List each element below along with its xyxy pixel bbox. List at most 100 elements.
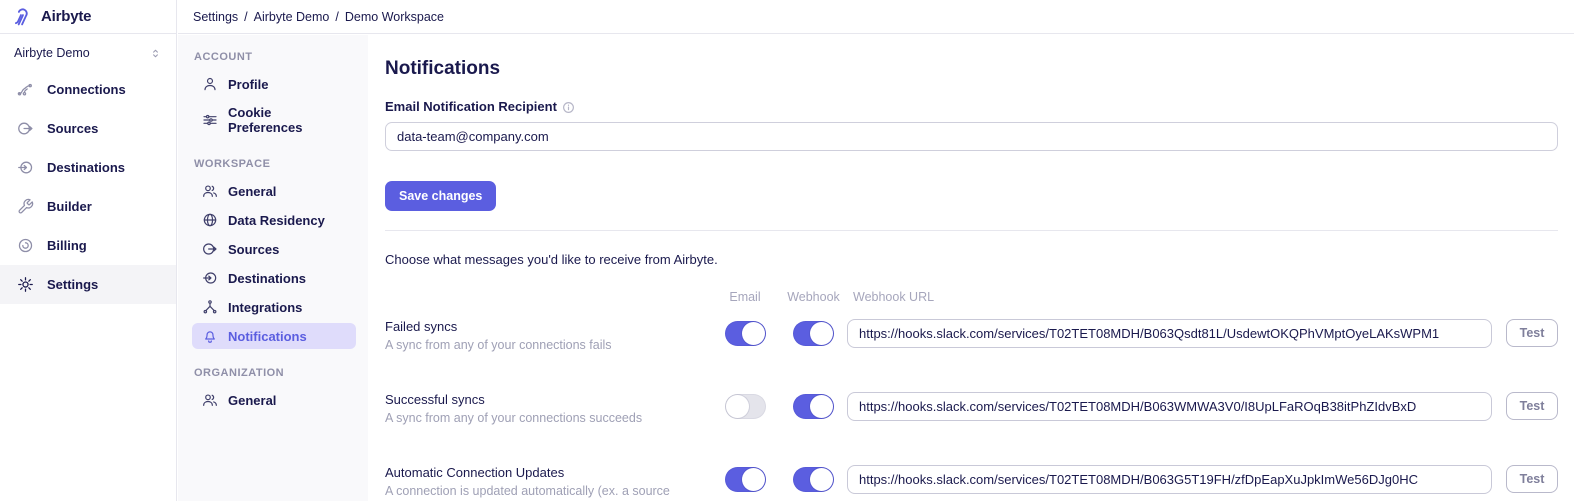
settings-nav-label: Destinations [228, 271, 306, 286]
settings-section-organization: ORGANIZATION General [192, 367, 356, 413]
destinations-icon [17, 159, 34, 176]
page-title: Notifications [385, 58, 1558, 80]
settings-section-account: ACCOUNT Profile Cookie Preferences [192, 51, 356, 140]
sidebar-nav: Connections Sources Destinations [0, 70, 176, 304]
section-title: WORKSPACE [194, 158, 354, 170]
sidebar-item-billing[interactable]: Billing [0, 226, 176, 265]
sidebar-item-sources[interactable]: Sources [0, 109, 176, 148]
logo[interactable]: Airbyte [0, 0, 176, 34]
settings-nav-label: Notifications [228, 329, 307, 344]
settings-nav-label: Integrations [228, 300, 302, 315]
sidebar-item-label: Connections [47, 82, 126, 97]
sidebar-item-settings[interactable]: Settings [0, 265, 176, 304]
settings-nav-item-general-workspace[interactable]: General [192, 178, 356, 204]
settings-nav-label: Profile [228, 77, 268, 92]
sidebar-item-label: Sources [47, 121, 98, 136]
webhook-url-input[interactable] [847, 465, 1492, 494]
settings-nav-item-data-residency[interactable]: Data Residency [192, 207, 356, 233]
settings-nav-item-sources[interactable]: Sources [192, 236, 356, 262]
toggle-knob [726, 395, 749, 418]
notification-row-successful-syncs: Successful syncs A sync from any of your… [385, 392, 1558, 427]
section-title: ACCOUNT [194, 51, 354, 63]
email-toggle[interactable] [725, 467, 766, 492]
sidebar-item-destinations[interactable]: Destinations [0, 148, 176, 187]
email-toggle[interactable] [725, 394, 766, 419]
breadcrumb-separator: / [335, 10, 338, 24]
section-title: ORGANIZATION [194, 367, 354, 379]
profile-icon [202, 76, 218, 92]
webhook-url-input[interactable] [847, 392, 1492, 421]
email-recipient-input[interactable] [385, 122, 1558, 151]
test-webhook-button[interactable]: Test [1506, 319, 1558, 347]
save-changes-button[interactable]: Save changes [385, 181, 496, 211]
row-description: A sync from any of your connections fail… [385, 337, 710, 354]
row-description: A connection is updated automatically (e… [385, 483, 710, 501]
settings-nav-item-profile[interactable]: Profile [192, 71, 356, 97]
webhook-toggle[interactable] [793, 467, 834, 492]
row-title: Failed syncs [385, 319, 710, 334]
webhook-toggle[interactable] [793, 321, 834, 346]
settings-nav-item-integrations[interactable]: Integrations [192, 294, 356, 320]
settings-section-workspace: WORKSPACE General Data Residency [192, 158, 356, 349]
brand-name: Airbyte [41, 8, 91, 25]
toggle-knob [810, 468, 833, 491]
people-icon [202, 392, 218, 408]
webhook-toggle[interactable] [793, 394, 834, 419]
settings-nav: ACCOUNT Profile Cookie Preferences [178, 35, 368, 501]
test-webhook-button[interactable]: Test [1506, 392, 1558, 420]
toggle-knob [810, 322, 833, 345]
sidebar-item-builder[interactable]: Builder [0, 187, 176, 226]
email-recipient-label-row: Email Notification Recipient [385, 99, 1558, 114]
main-content: Notifications Email Notification Recipie… [385, 35, 1558, 501]
row-title: Successful syncs [385, 392, 710, 407]
row-title: Automatic Connection Updates [385, 465, 710, 480]
toggle-knob [742, 322, 765, 345]
breadcrumb-demo-workspace[interactable]: Demo Workspace [345, 10, 444, 24]
test-webhook-button[interactable]: Test [1506, 465, 1558, 493]
top-bar: Settings / Airbyte Demo / Demo Workspace [178, 0, 1574, 34]
settings-nav-item-notifications[interactable]: Notifications [192, 323, 356, 349]
settings-nav-label: General [228, 184, 276, 199]
email-toggle[interactable] [725, 321, 766, 346]
settings-nav-item-cookie-preferences[interactable]: Cookie Preferences [192, 100, 356, 140]
breadcrumb-settings[interactable]: Settings [193, 10, 238, 24]
settings-nav-item-destinations[interactable]: Destinations [192, 265, 356, 291]
bell-icon [202, 328, 218, 344]
settings-nav-item-general-organization[interactable]: General [192, 387, 356, 413]
row-label: Automatic Connection Updates A connectio… [385, 465, 710, 501]
app-window: Airbyte Airbyte Demo Connections [0, 0, 1574, 501]
section-divider [385, 230, 1558, 231]
row-label: Failed syncs A sync from any of your con… [385, 319, 710, 354]
connections-icon [17, 81, 34, 98]
sidebar-item-label: Billing [47, 238, 87, 253]
webhook-url-input[interactable] [847, 319, 1492, 348]
info-icon[interactable] [562, 101, 575, 114]
settings-nav-label: Cookie Preferences [228, 105, 346, 135]
billing-icon [17, 237, 34, 254]
column-header-webhook-url: Webhook URL [847, 290, 1492, 304]
row-description: A sync from any of your connections succ… [385, 410, 710, 427]
workspace-selector[interactable]: Airbyte Demo [0, 34, 176, 70]
sliders-icon [202, 112, 218, 128]
notifications-intro-text: Choose what messages you'd like to recei… [385, 252, 1558, 267]
sidebar-item-label: Settings [47, 277, 98, 292]
settings-nav-label: Sources [228, 242, 279, 257]
builder-icon [17, 198, 34, 215]
settings-nav-label: Data Residency [228, 213, 325, 228]
workspace-name: Airbyte Demo [14, 46, 90, 60]
main-sidebar: Airbyte Airbyte Demo Connections [0, 0, 177, 501]
email-recipient-label: Email Notification Recipient [385, 99, 557, 114]
integrations-icon [202, 299, 218, 315]
people-icon [202, 183, 218, 199]
breadcrumb-airbyte-demo[interactable]: Airbyte Demo [254, 10, 330, 24]
airbyte-logo-icon [13, 6, 34, 27]
chevron-updown-icon [149, 47, 162, 60]
toggle-knob [810, 395, 833, 418]
column-header-email: Email [710, 290, 780, 304]
toggle-knob [742, 468, 765, 491]
sources-icon [17, 120, 34, 137]
globe-icon [202, 212, 218, 228]
notification-row-automatic-connection-updates: Automatic Connection Updates A connectio… [385, 465, 1558, 501]
sidebar-item-label: Builder [47, 199, 92, 214]
sidebar-item-connections[interactable]: Connections [0, 70, 176, 109]
